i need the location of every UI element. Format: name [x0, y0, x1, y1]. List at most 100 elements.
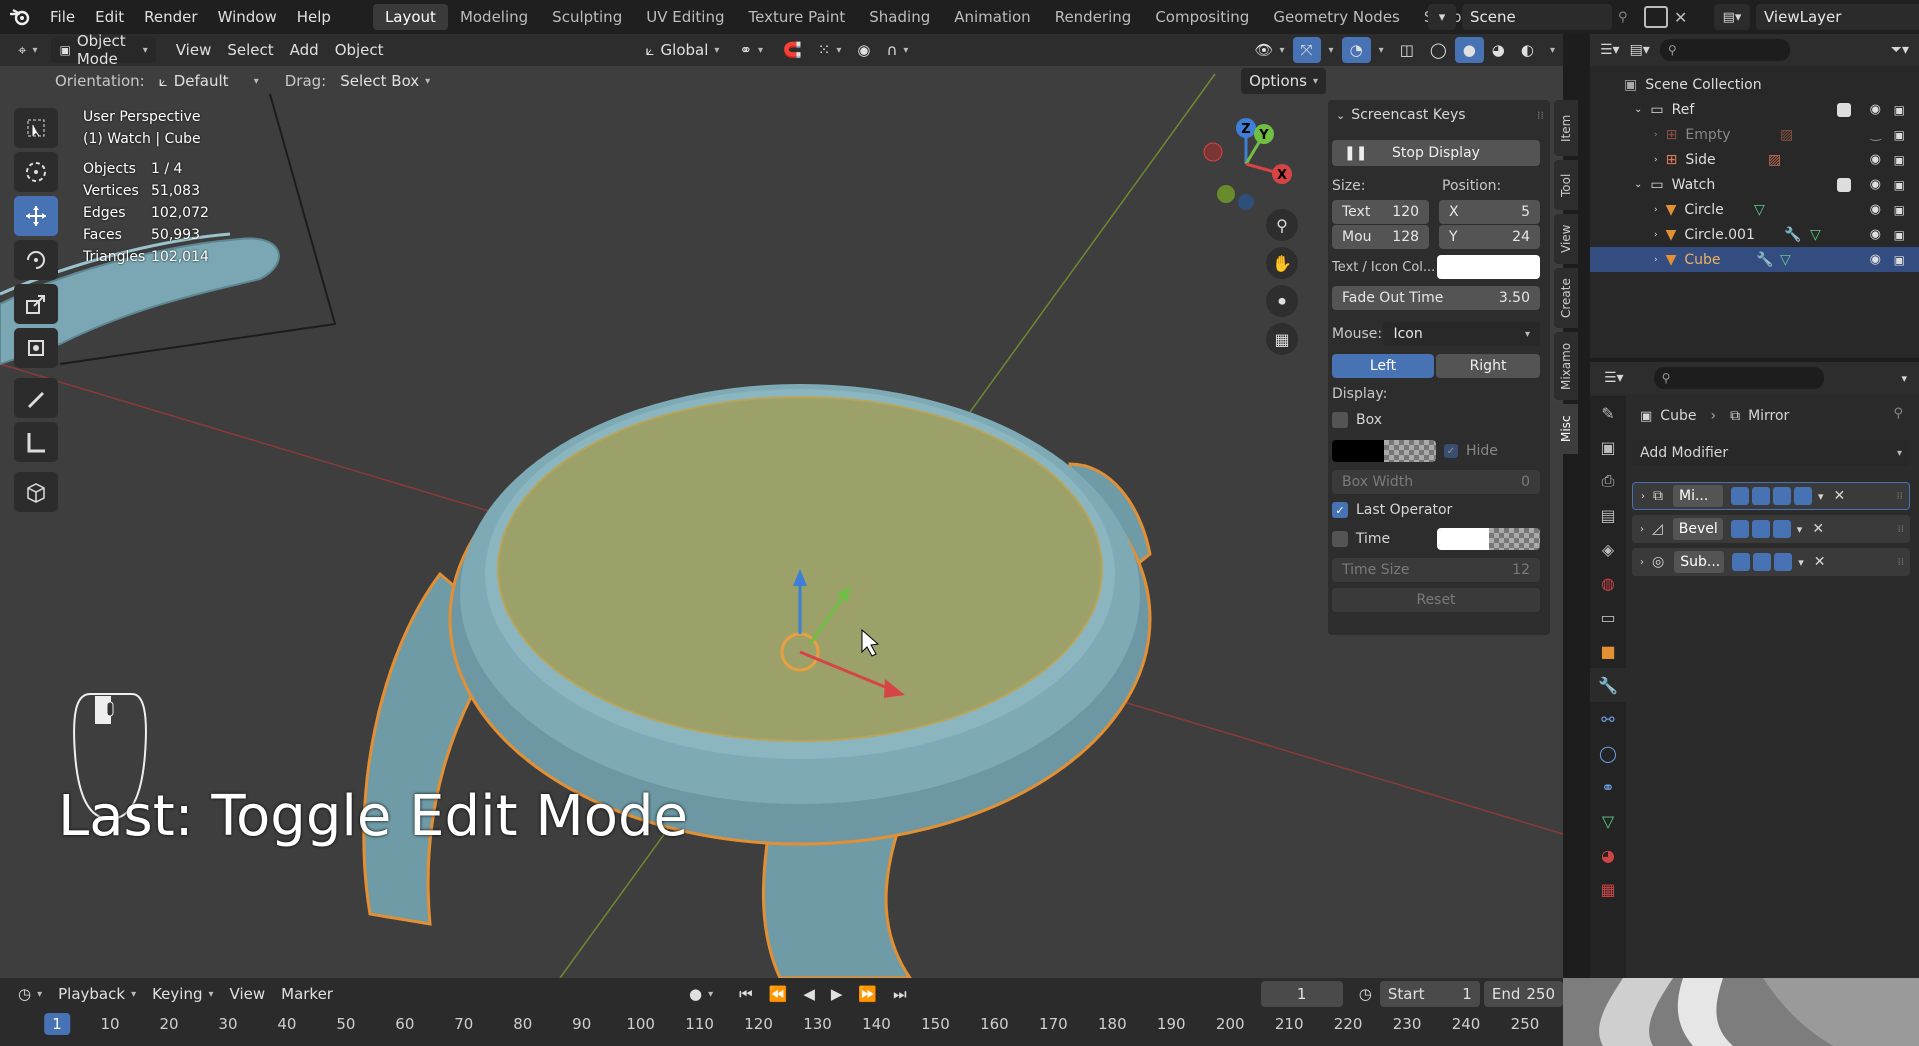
- render-icon[interactable]: [1774, 553, 1793, 571]
- pin-icon[interactable]: ⚲: [1618, 10, 1638, 25]
- properties-editor-icon[interactable]: ☰▾: [1604, 370, 1624, 386]
- render-properties-icon[interactable]: ▣: [1590, 430, 1626, 464]
- viewlayer-field[interactable]: ViewLayer: [1756, 4, 1919, 30]
- drag-grip-icon[interactable]: ⁞⁞: [1537, 109, 1544, 122]
- outliner-search-input[interactable]: ⚲: [1659, 39, 1790, 61]
- outliner-row-circle-001[interactable]: › ▼ Circle.001 🔧 ▽ ◉ ▣: [1590, 222, 1919, 247]
- menu-select[interactable]: Select: [219, 37, 281, 63]
- view-layer-properties-icon[interactable]: ▤: [1590, 498, 1626, 532]
- material-properties-icon[interactable]: ◕: [1590, 838, 1626, 872]
- tab-shading[interactable]: Shading: [857, 4, 942, 30]
- delete-scene-icon[interactable]: ✕: [1674, 8, 1694, 27]
- falloff-icon[interactable]: ∩ ▾: [878, 37, 916, 63]
- move-tool-icon[interactable]: [14, 196, 58, 236]
- outliner-row-watch[interactable]: ⌄ ▭ Watch ◉ ▣: [1590, 172, 1919, 197]
- box-width-field[interactable]: Box Width 0: [1332, 470, 1540, 494]
- box-checkbox[interactable]: Box: [1332, 412, 1540, 428]
- physics-properties-icon[interactable]: ◯: [1590, 736, 1626, 770]
- modifier-mirror[interactable]: › ⧉ Mi... ▾ ✕ ⁞⁞: [1632, 482, 1910, 510]
- tab-view[interactable]: View: [1554, 214, 1578, 264]
- last-operator-checkbox[interactable]: ✓ Last Operator: [1332, 502, 1540, 518]
- tab-animation[interactable]: Animation: [942, 4, 1042, 30]
- display-mode-icon[interactable]: ▤▾: [1630, 42, 1650, 58]
- scale-tool-icon[interactable]: [14, 284, 58, 324]
- tab-uv-editing[interactable]: UV Editing: [634, 4, 736, 30]
- xray-icon[interactable]: ◫: [1392, 37, 1422, 63]
- outliner-root[interactable]: ▣ Scene Collection: [1590, 72, 1919, 97]
- expand-icon[interactable]: ›: [1640, 557, 1644, 568]
- tab-sculpting[interactable]: Sculpting: [540, 4, 634, 30]
- overlay-toggle-icon[interactable]: ◔: [1341, 37, 1371, 63]
- editmode-icon[interactable]: [1730, 520, 1749, 538]
- drag-grip-icon[interactable]: ⁞⁞: [1897, 491, 1903, 502]
- render-camera-icon[interactable]: ▣: [1894, 103, 1905, 117]
- snap-icon[interactable]: 🧲: [775, 37, 810, 63]
- tab-modeling[interactable]: Modeling: [448, 4, 540, 30]
- rotate-tool-icon[interactable]: [14, 240, 58, 280]
- add-modifier-button[interactable]: Add Modifier ▾: [1632, 440, 1910, 466]
- tab-tool[interactable]: Tool: [1554, 160, 1578, 210]
- ortho-grid-icon[interactable]: ▦: [1266, 323, 1298, 355]
- texture-properties-icon[interactable]: ▦: [1590, 872, 1626, 906]
- modifier-properties-icon[interactable]: 🔧: [1590, 668, 1626, 702]
- expand-icon[interactable]: ›: [1640, 524, 1644, 535]
- remove-modifier-icon[interactable]: ✕: [1812, 521, 1824, 537]
- tab-rendering[interactable]: Rendering: [1043, 4, 1144, 30]
- transform-tool-icon[interactable]: [14, 328, 58, 368]
- time-checkbox[interactable]: [1332, 531, 1348, 547]
- time-color-swatch[interactable]: [1437, 528, 1489, 550]
- overlay-menu-icon[interactable]: ▾: [1371, 37, 1392, 63]
- modifier-menu-icon[interactable]: ▾: [1798, 556, 1804, 569]
- menu-object[interactable]: Object: [327, 37, 392, 63]
- menu-render[interactable]: Render: [134, 0, 207, 34]
- tab-create[interactable]: Create: [1554, 268, 1578, 328]
- material-shading-icon[interactable]: ◕: [1484, 37, 1513, 63]
- output-properties-icon[interactable]: ⎙: [1590, 464, 1626, 498]
- new-scene-icon[interactable]: [1644, 6, 1668, 28]
- modifier-name[interactable]: Bevel: [1672, 518, 1723, 540]
- constraint-properties-icon[interactable]: ⚭: [1590, 770, 1626, 804]
- tab-geometry-nodes[interactable]: Geometry Nodes: [1261, 4, 1412, 30]
- proportional-edit-icon[interactable]: ◉: [849, 37, 878, 63]
- outliner-editor-icon[interactable]: ☰▾: [1600, 42, 1620, 58]
- add-cube-tool-icon[interactable]: [14, 472, 58, 512]
- exclude-checkbox[interactable]: [1837, 102, 1851, 117]
- scene-properties-icon[interactable]: ◈: [1590, 532, 1626, 566]
- text-size-field[interactable]: Text 120: [1332, 200, 1430, 224]
- outliner-row-empty[interactable]: › ⊞ Empty ▨ ‿ ▣: [1590, 122, 1919, 147]
- box-alpha-swatch[interactable]: [1384, 440, 1436, 462]
- outliner-row-side[interactable]: › ⊞ Side ▨ ◉ ▣: [1590, 147, 1919, 172]
- menu-window[interactable]: Window: [208, 0, 287, 34]
- zoom-icon[interactable]: ⚲: [1266, 209, 1298, 241]
- render-icon[interactable]: [1794, 487, 1812, 505]
- outliner-row-cube[interactable]: › ▼ Cube 🔧 ▽ ◉ ▣: [1590, 247, 1919, 272]
- navigation-gizmo[interactable]: Z Y X: [1196, 114, 1296, 214]
- left-button[interactable]: Left: [1332, 354, 1434, 378]
- box-color-swatch[interactable]: [1332, 440, 1384, 462]
- visibility-eye-icon[interactable]: ◉: [1870, 202, 1881, 217]
- annotate-tool-icon[interactable]: [14, 378, 58, 418]
- render-camera-icon[interactable]: ▣: [1894, 203, 1905, 217]
- editor-type-button[interactable]: ⌖ ▾: [10, 37, 45, 63]
- visibility-eye-icon[interactable]: ◉: [1870, 252, 1881, 267]
- data-properties-icon[interactable]: ▽: [1590, 804, 1626, 838]
- modifier-menu-icon[interactable]: ▾: [1818, 490, 1824, 503]
- visibility-eye-icon[interactable]: ◉: [1870, 177, 1881, 192]
- menu-help[interactable]: Help: [287, 0, 341, 34]
- tab-texture-paint[interactable]: Texture Paint: [736, 4, 857, 30]
- gizmo-menu-icon[interactable]: ▾: [1321, 37, 1342, 63]
- outliner-row-ref[interactable]: ⌄ ▭ Ref ◉ ▣: [1590, 97, 1919, 122]
- stop-display-button[interactable]: ❚❚ Stop Display: [1332, 140, 1540, 166]
- time-alpha-swatch[interactable]: [1488, 528, 1540, 550]
- menu-edit[interactable]: Edit: [85, 0, 134, 34]
- edit-cage-icon[interactable]: [1731, 487, 1749, 505]
- blender-logo-icon[interactable]: [0, 0, 40, 34]
- exclude-checkbox[interactable]: [1837, 177, 1851, 192]
- modifier-menu-icon[interactable]: ▾: [1797, 523, 1803, 536]
- select-box-tool-icon[interactable]: [14, 108, 58, 148]
- drag-grip-icon[interactable]: ⁞⁞: [1898, 557, 1904, 568]
- mouse-size-field[interactable]: Mou 128: [1332, 225, 1430, 249]
- gizmo-toggle-icon[interactable]: ⤧: [1292, 37, 1321, 63]
- drag-select[interactable]: Select Box ▾: [332, 68, 438, 94]
- outliner-row-circle[interactable]: › ▼ Circle ▽ ◉ ▣: [1590, 197, 1919, 222]
